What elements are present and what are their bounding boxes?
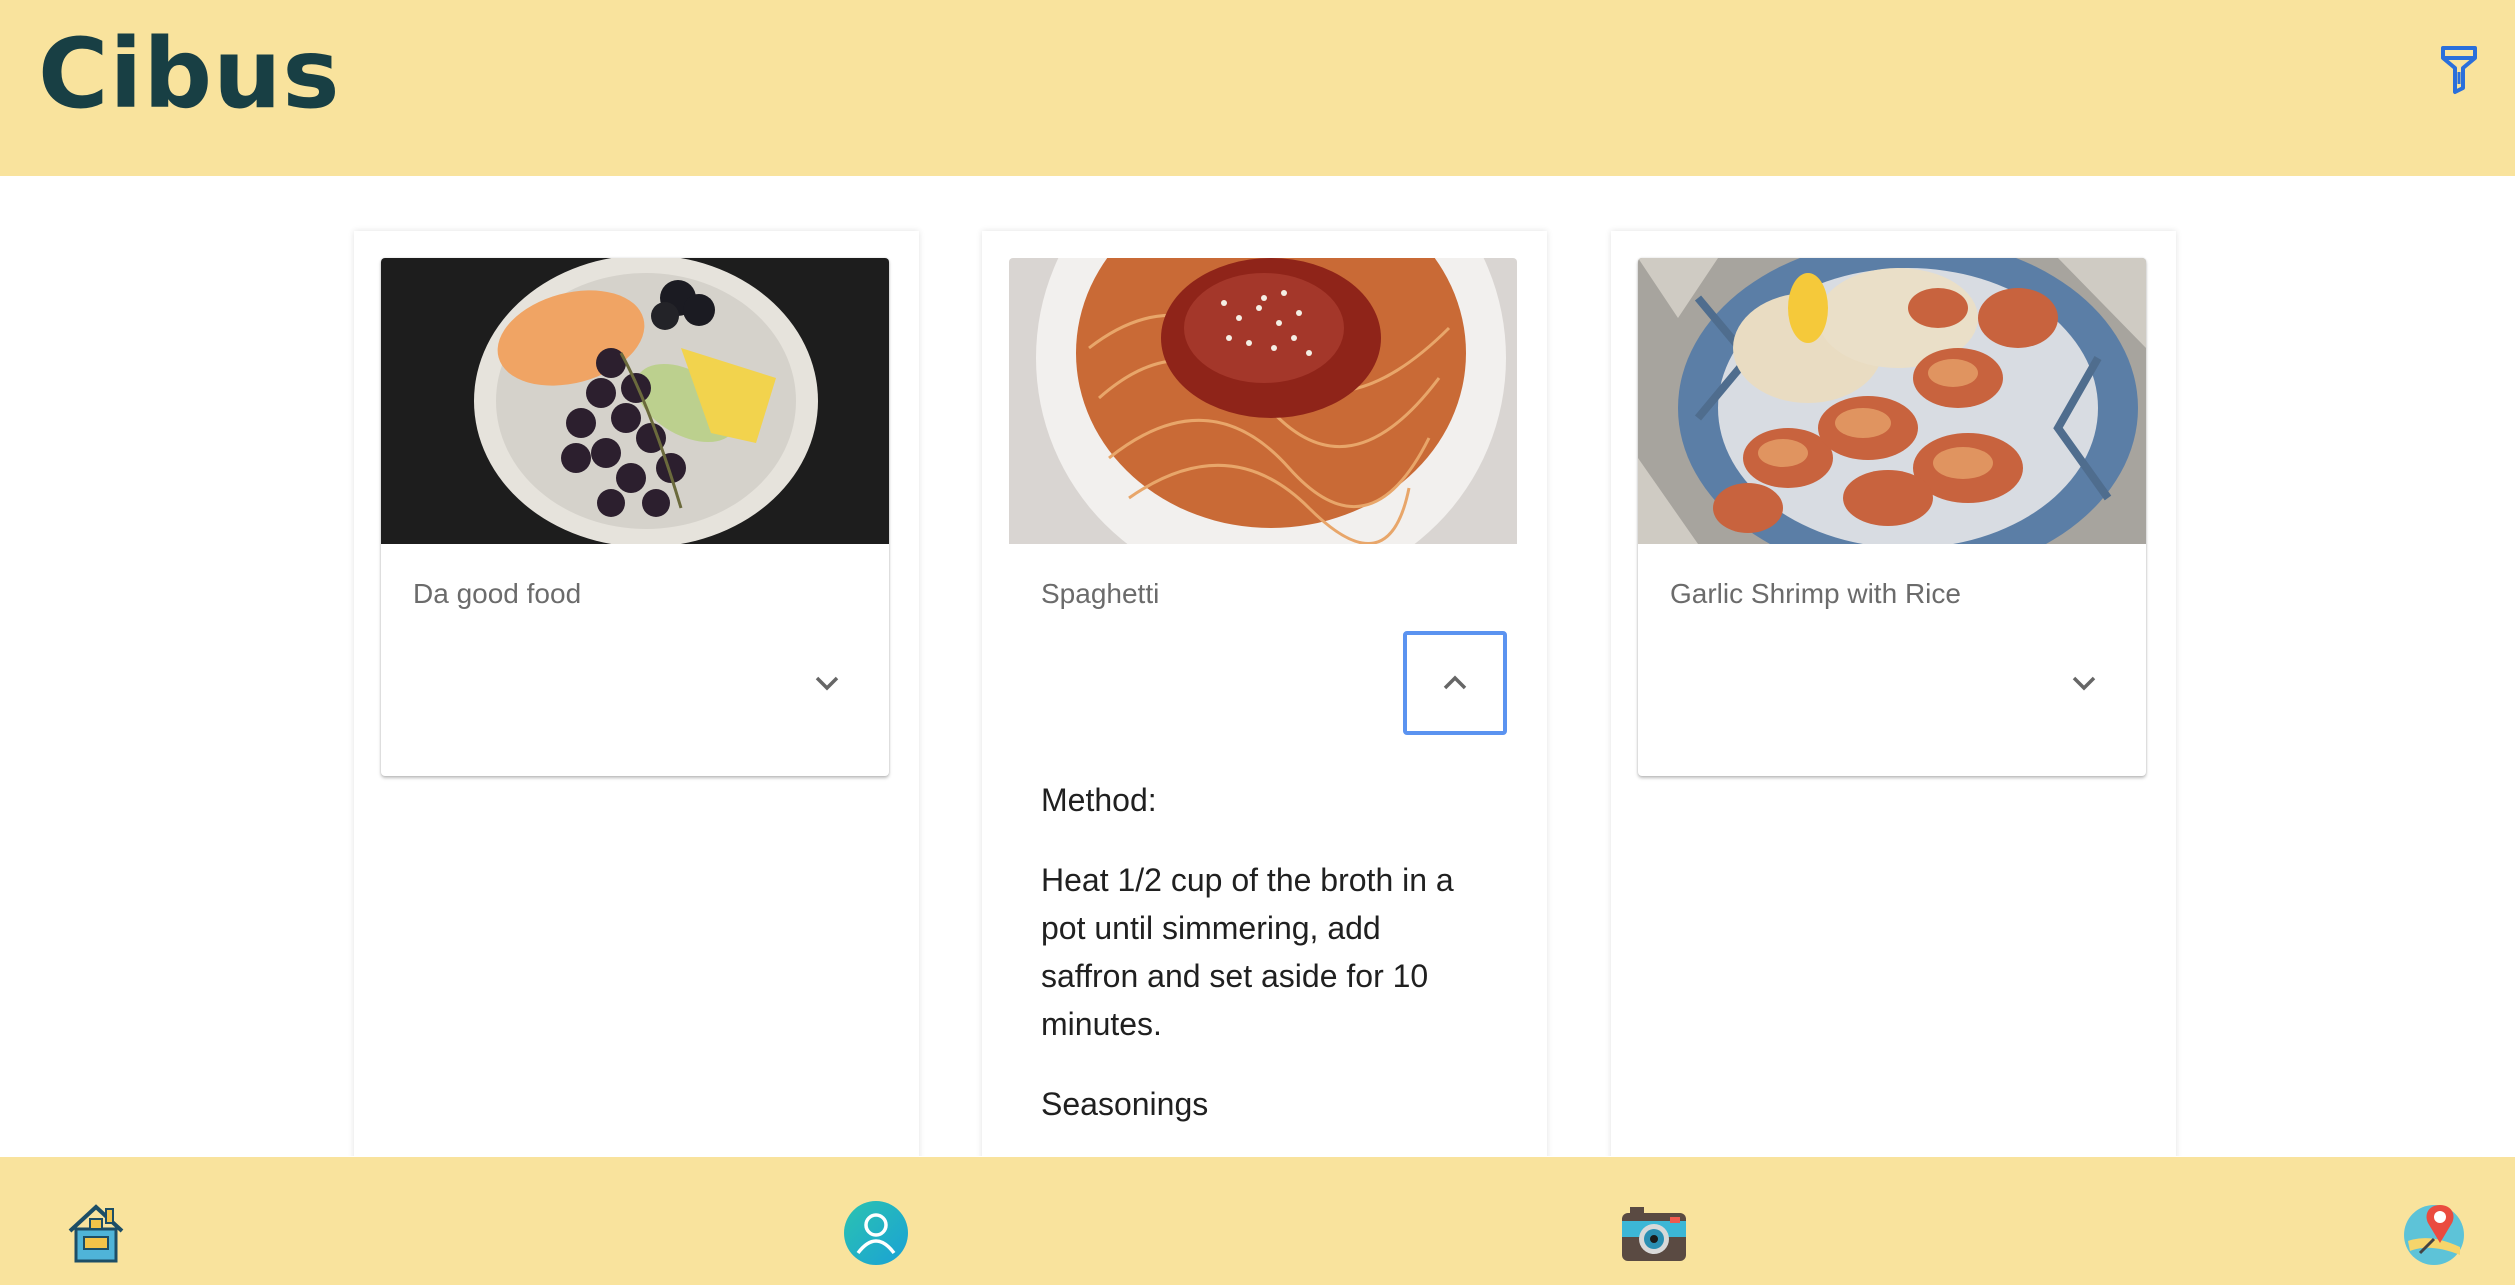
collapse-button[interactable] xyxy=(1403,631,1507,735)
recipe-image-garlic-shrimp[interactable] xyxy=(1638,258,2146,544)
chevron-down-icon xyxy=(815,676,839,691)
method-text: Heat 1/2 cup of the broth in a pot until… xyxy=(1041,862,1454,1042)
profile-icon xyxy=(844,1201,908,1265)
app-logo[interactable]: Cibus xyxy=(38,14,341,134)
card-actions xyxy=(381,611,889,776)
recipe-image-fruit-plate[interactable] xyxy=(381,258,889,544)
filter-icon xyxy=(2441,46,2477,94)
recipe-title: Spaghetti xyxy=(1041,578,1160,609)
card-actions xyxy=(1638,611,2146,776)
recipe-card[interactable]: Garlic Shrimp with Rice xyxy=(1638,258,2146,776)
expand-button[interactable] xyxy=(2032,631,2136,735)
recipe-image-spaghetti[interactable] xyxy=(1009,258,1517,544)
expand-button[interactable] xyxy=(775,631,879,735)
nav-home-button[interactable] xyxy=(62,1199,130,1267)
recipe-title: Garlic Shrimp with Rice xyxy=(1670,578,1961,609)
bottom-navigation xyxy=(0,1157,2515,1285)
home-icon xyxy=(68,1204,124,1263)
seasonings-label: Seasonings xyxy=(1041,1086,1209,1122)
filter-button[interactable] xyxy=(2436,40,2482,100)
recipe-details: Method: Heat 1/2 cup of the broth in a p… xyxy=(1009,776,1517,1156)
camera-icon xyxy=(1622,1207,1686,1261)
recipe-feed[interactable]: Da good food Spaghetti Method: Heat 1/2 … xyxy=(0,176,2515,1156)
recipe-title: Da good food xyxy=(413,578,582,609)
recipe-column: Garlic Shrimp with Rice xyxy=(1611,231,2176,1156)
nav-camera-button[interactable] xyxy=(1620,1199,1688,1267)
recipe-column: Spaghetti Method: Heat 1/2 cup of the br… xyxy=(982,231,1547,1156)
recipe-card-expanded[interactable]: Spaghetti Method: Heat 1/2 cup of the br… xyxy=(1009,258,1517,1156)
nav-profile-button[interactable] xyxy=(842,1199,910,1267)
app-header: Cibus xyxy=(0,0,2515,176)
chevron-down-icon xyxy=(2072,676,2096,691)
recipe-card[interactable]: Da good food xyxy=(381,258,889,776)
nav-map-button[interactable] xyxy=(2400,1199,2468,1267)
recipe-column: Da good food xyxy=(354,231,919,1156)
map-pin-icon xyxy=(2404,1205,2464,1265)
method-label: Method: xyxy=(1041,782,1157,818)
card-actions xyxy=(1009,611,1517,776)
chevron-up-icon xyxy=(1443,675,1467,690)
